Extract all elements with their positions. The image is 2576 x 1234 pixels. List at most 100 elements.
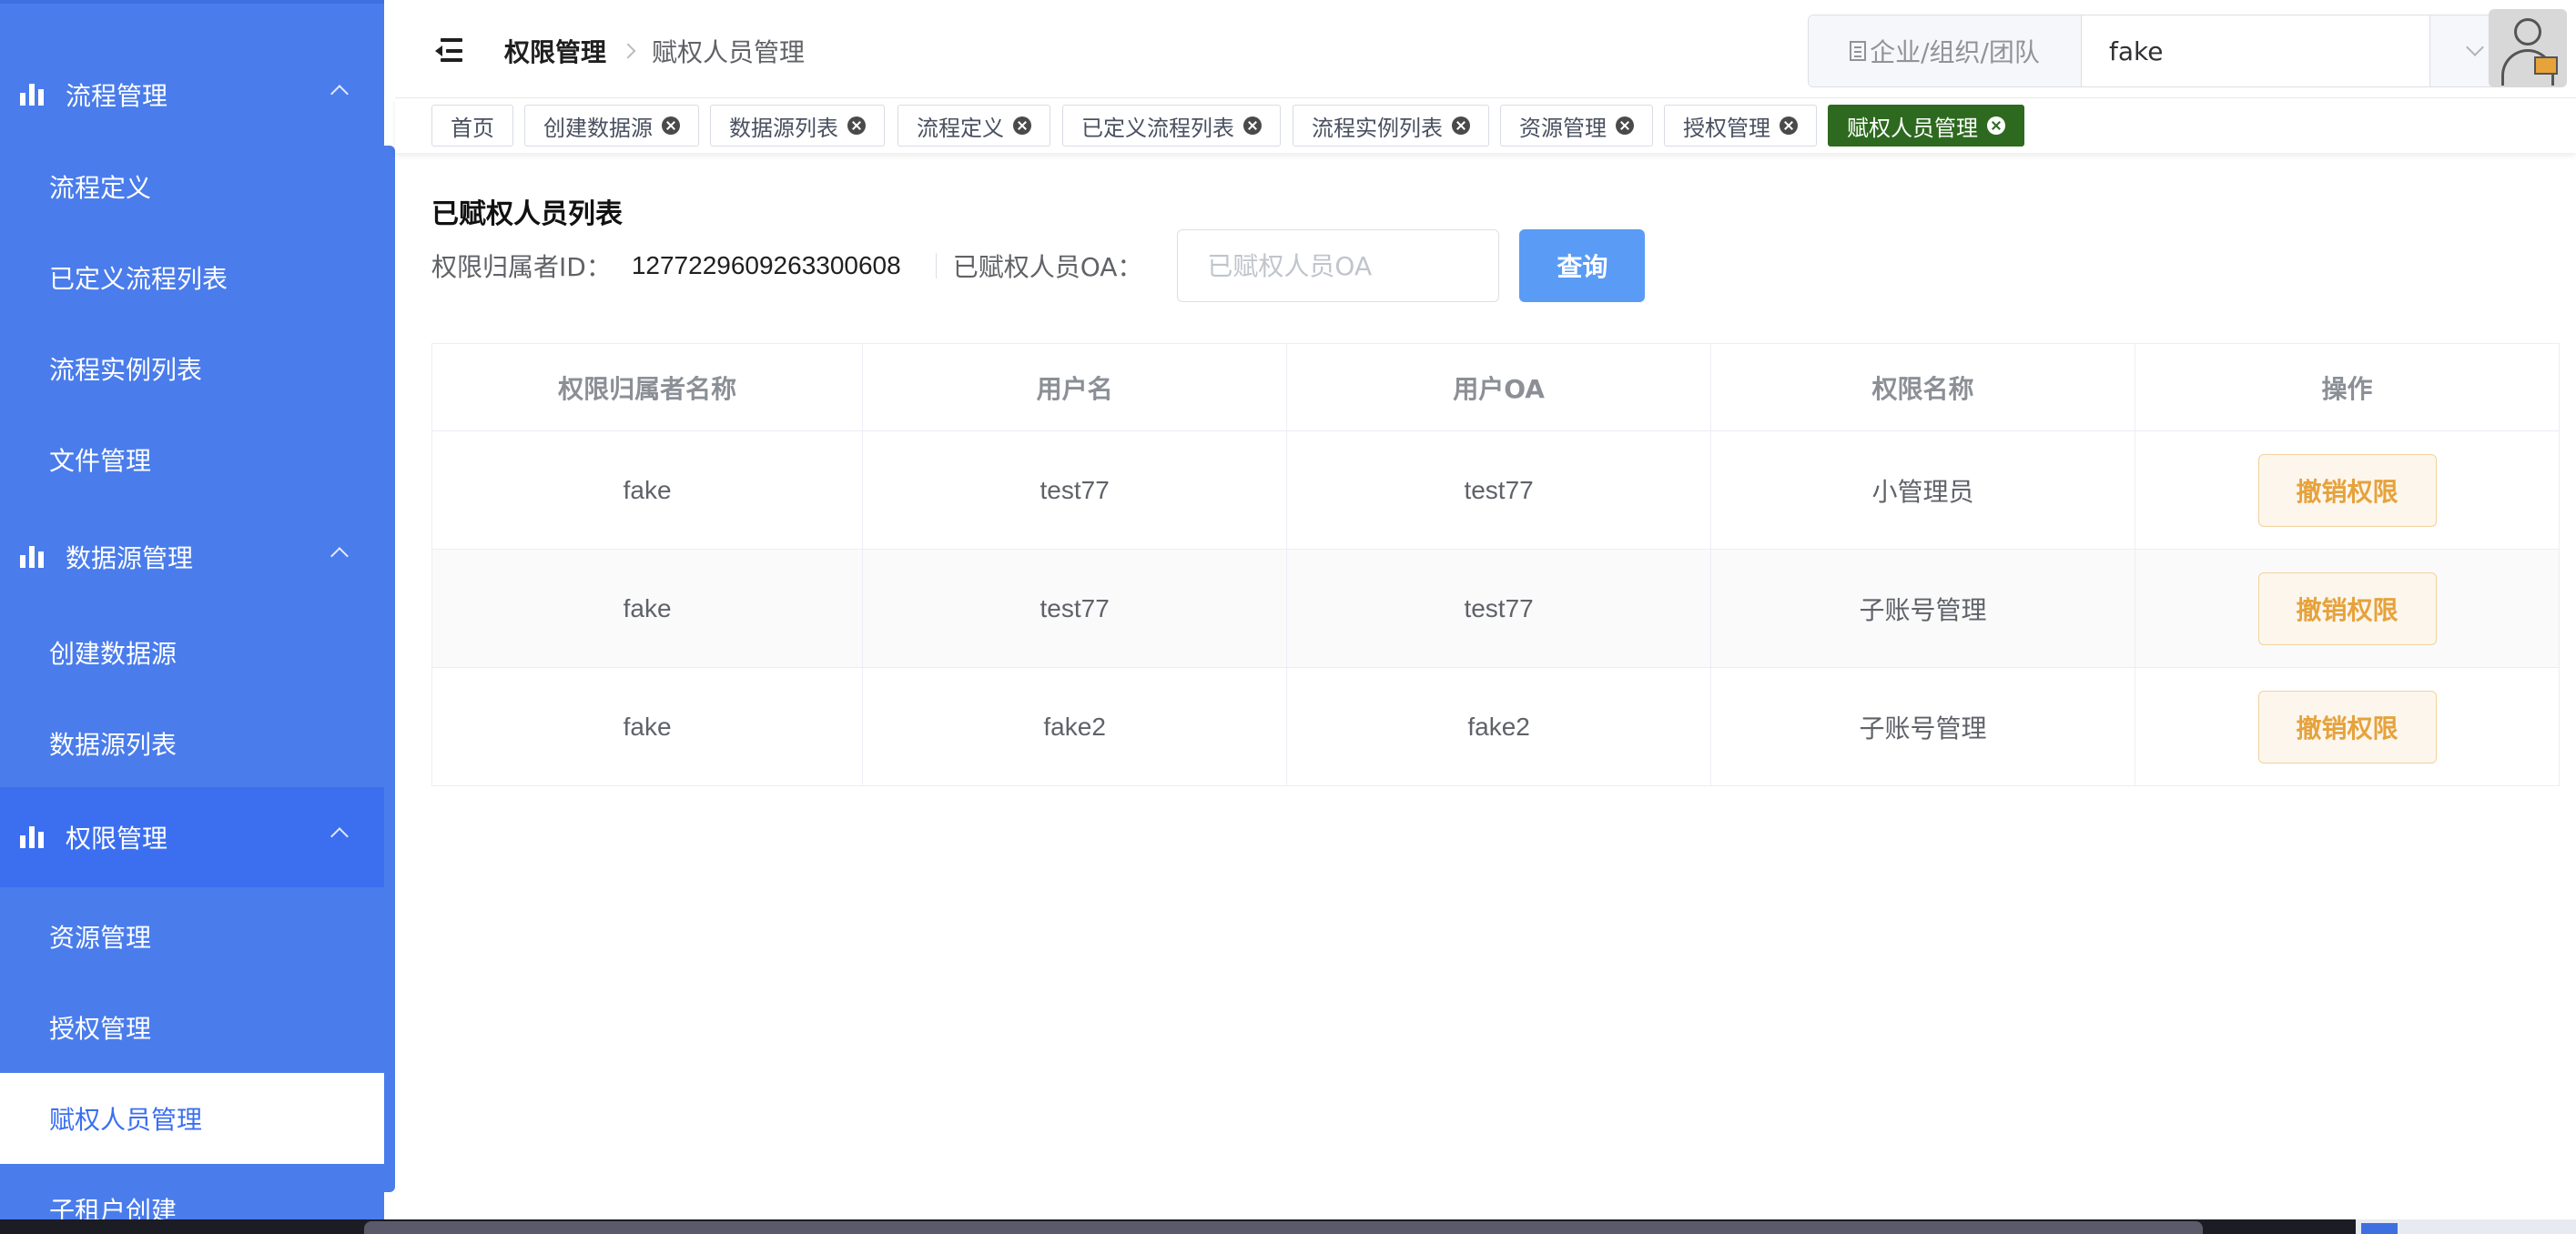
bar-chart-icon [20,824,44,848]
sidebar-group-datasource[interactable]: 数据源管理 [0,507,384,607]
query-button[interactable]: 查询 [1519,229,1646,302]
cell-user-oa: test77 [1286,549,1712,668]
org-select-value[interactable]: fake [2082,15,2429,86]
edit-icon [2534,56,2558,75]
oa-label: 已赋权人员OA： [952,252,1143,282]
org-select[interactable]: 企业/组织/团队 fake [1808,15,2518,87]
tag-label: 首页 [451,115,494,141]
building-icon [1850,41,1867,61]
org-select-prefix-label: 企业/组织/团队 [1870,37,2040,67]
org-select-prefix: 企业/组织/团队 [1809,15,2082,86]
cell-username: test77 [862,430,1288,550]
owner-id-value: 1277229609263300608 [631,251,901,279]
cell-actions: 撤销权限 [2135,430,2560,550]
tag-label: 数据源列表 [729,115,838,141]
table-row: fake test77 test77 小管理员 撤销权限 [431,430,2560,550]
window-thumbnail[interactable] [2356,1219,2576,1234]
revoke-permission-button[interactable]: 撤销权限 [2257,690,2437,764]
sidebar-item-authorization-management[interactable]: 授权管理 [0,982,384,1073]
column-header-owner-name: 权限归属者名称 [431,343,864,431]
divider [935,253,937,278]
sidebar-item-defined-process-list[interactable]: 已定义流程列表 [0,232,384,323]
chevron-up-icon [330,827,349,845]
tag-label: 已定义流程列表 [1081,115,1234,141]
sidebar-item-process-instance-list[interactable]: 流程实例列表 [0,323,384,414]
owner-id-label: 权限归属者ID： [431,252,612,282]
close-icon[interactable] [1243,116,1262,135]
breadcrumb-item-permission[interactable]: 权限管理 [504,33,606,69]
revoke-permission-button[interactable]: 撤销权限 [2257,571,2437,645]
cell-user-oa: fake2 [1286,667,1712,786]
sidebar: 流程管理 流程定义 已定义流程列表 流程实例列表 文件管理 数据源管理 创建数据… [0,0,384,1219]
close-icon[interactable] [847,116,866,135]
cell-permission-name: 子账号管理 [1710,667,2136,786]
sidebar-group-permission[interactable]: 权限管理 [0,787,384,887]
menu-collapse-icon[interactable] [435,38,464,64]
app: 流程管理 流程定义 已定义流程列表 流程实例列表 文件管理 数据源管理 创建数据… [0,0,2576,1234]
sidebar-item-file-management[interactable]: 文件管理 [0,414,384,505]
cell-username: fake2 [862,667,1288,786]
tag-create-datasource[interactable]: 创建数据源 [524,105,699,147]
breadcrumb-item-current: 赋权人员管理 [652,37,806,67]
sidebar-group-label: 数据源管理 [66,543,194,573]
tag-label: 流程定义 [917,115,1004,141]
sidebar-group-label: 流程管理 [66,81,168,111]
close-icon[interactable] [1780,116,1798,135]
page-title: 已赋权人员列表 [431,198,623,230]
sidebar-item-create-datasource[interactable]: 创建数据源 [0,607,384,698]
table-row: fake fake2 fake2 子账号管理 撤销权限 [431,667,2560,786]
main-content: 已赋权人员列表 权限归属者ID： 1277229609263300608 已赋权… [395,153,2576,1219]
tag-process-definition[interactable]: 流程定义 [898,105,1050,147]
sidebar-group-process[interactable]: 流程管理 [0,45,384,145]
tags-view-bar: 首页 创建数据源 数据源列表 流程定义 已定义流程列表 流程实例列表 资源管理 … [395,98,2576,153]
tag-datasource-list[interactable]: 数据源列表 [710,105,885,147]
cell-user-oa: test77 [1286,430,1712,550]
bar-chart-icon [20,544,44,568]
tag-resource-management[interactable]: 资源管理 [1500,105,1653,147]
avatar-head [2514,18,2541,46]
chevron-up-icon [330,85,349,103]
revoke-permission-button[interactable]: 撤销权限 [2257,453,2437,527]
filter-row: 权限归属者ID： 1277229609263300608 已赋权人员OA： 查询 [431,229,1646,302]
top-header: 权限管理 赋权人员管理 企业/组织/团队 fake [395,4,2576,98]
cell-owner-name: fake [431,667,864,786]
cell-actions: 撤销权限 [2135,667,2560,786]
cell-username: test77 [862,549,1288,668]
taskbar-dock [364,1221,2203,1234]
close-icon[interactable] [1452,116,1470,135]
tag-granted-users[interactable]: 赋权人员管理 [1828,105,2024,147]
user-avatar[interactable] [2489,9,2567,87]
tag-label: 赋权人员管理 [1847,115,1978,141]
cell-owner-name: fake [431,430,864,550]
close-icon[interactable] [662,116,680,135]
tag-label: 流程实例列表 [1312,115,1443,141]
granted-users-table: 权限归属者名称 用户名 用户OA 权限名称 操作 fake test77 tes… [431,343,2560,786]
sidebar-group-label: 权限管理 [66,824,168,854]
close-icon[interactable] [1987,116,2005,135]
sidebar-item-process-definition[interactable]: 流程定义 [0,141,384,232]
tag-label: 创建数据源 [543,115,653,141]
sidebar-item-sub-tenant-create[interactable]: 子租户创建 [0,1164,384,1219]
cell-actions: 撤销权限 [2135,549,2560,668]
sidebar-scrollbar[interactable] [384,146,395,1192]
cell-permission-name: 子账号管理 [1710,549,2136,668]
column-header-actions: 操作 [2135,343,2560,431]
tag-home[interactable]: 首页 [431,105,513,147]
cell-permission-name: 小管理员 [1710,430,2136,550]
close-icon[interactable] [1013,116,1031,135]
sidebar-item-datasource-list[interactable]: 数据源列表 [0,698,384,789]
tag-label: 授权管理 [1683,115,1770,141]
chevron-up-icon [330,547,349,565]
tag-authorization-management[interactable]: 授权管理 [1664,105,1817,147]
bar-chart-icon [20,82,44,106]
sidebar-item-resource-management[interactable]: 资源管理 [0,891,384,982]
oa-search-input[interactable] [1177,229,1500,302]
chevron-right-icon [620,43,636,59]
tag-defined-process-list[interactable]: 已定义流程列表 [1062,105,1281,147]
tag-process-instance-list[interactable]: 流程实例列表 [1293,105,1489,147]
sidebar-item-granted-users[interactable]: 赋权人员管理 [0,1073,384,1164]
tag-label: 资源管理 [1519,115,1607,141]
table-header-row: 权限归属者名称 用户名 用户OA 权限名称 操作 [431,343,2560,431]
breadcrumb: 权限管理 赋权人员管理 [504,33,805,69]
close-icon[interactable] [1616,116,1634,135]
